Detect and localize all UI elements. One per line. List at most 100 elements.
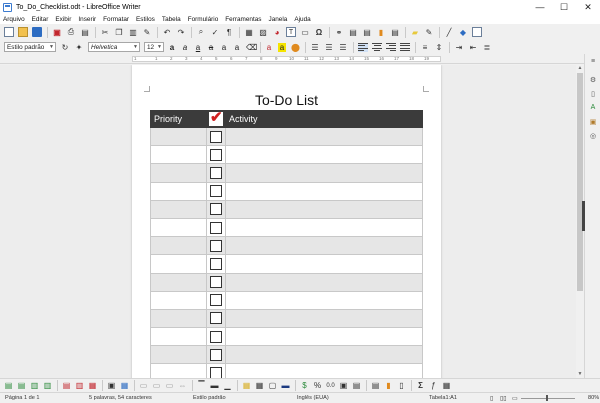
basic-shapes-icon[interactable]: ◆ — [458, 27, 468, 37]
activity-cell[interactable] — [225, 236, 423, 256]
percent-format-icon[interactable]: % — [313, 381, 322, 390]
insert-table-icon[interactable]: ▦ — [244, 27, 254, 37]
priority-cell[interactable] — [150, 163, 207, 183]
priority-cell[interactable] — [150, 272, 207, 292]
checkbox[interactable] — [210, 166, 222, 179]
activity-cell[interactable] — [225, 163, 423, 183]
activity-cell[interactable] — [225, 217, 423, 238]
checkbox[interactable] — [210, 330, 222, 343]
new-document-icon[interactable] — [4, 27, 14, 37]
language[interactable]: Inglês (EUA) — [297, 395, 329, 401]
scroll-down-icon[interactable]: ▼ — [576, 371, 584, 378]
checkbox[interactable] — [210, 185, 222, 198]
priority-cell[interactable] — [150, 126, 207, 147]
minimize-button[interactable]: — — [528, 0, 552, 14]
decimal-format-icon[interactable]: 0.0 — [326, 381, 335, 390]
redo-icon[interactable]: ↷ — [176, 27, 186, 37]
priority-cell[interactable] — [150, 345, 207, 365]
line-spacing-icon[interactable]: ≡ — [420, 42, 430, 52]
endnote-icon[interactable]: ▤ — [362, 27, 372, 37]
bookmark-icon[interactable]: ▮ — [376, 27, 386, 37]
menu-ferramentas[interactable]: Ferramentas — [225, 16, 261, 23]
border-color-icon[interactable]: ▬ — [281, 381, 290, 390]
activity-cell[interactable] — [225, 308, 423, 329]
select-table-icon[interactable]: ▦ — [120, 381, 129, 390]
priority-cell[interactable] — [150, 308, 207, 329]
word-count[interactable]: 5 palavras, 54 caracteres — [89, 395, 152, 401]
checkbox[interactable] — [210, 294, 222, 307]
menu-formulario[interactable]: Formulário — [188, 16, 219, 23]
checkbox-cell[interactable] — [206, 308, 226, 329]
insert-image-icon[interactable]: ▨ — [258, 27, 268, 37]
document-page[interactable]: To-Do List Priority ✔ Activity — [132, 65, 441, 378]
menu-tabela[interactable]: Tabela — [162, 16, 181, 23]
bold-icon[interactable]: a — [168, 43, 176, 52]
activity-header[interactable]: Activity — [225, 110, 423, 128]
print-icon[interactable]: ⎙ — [66, 27, 76, 37]
zoom-slider[interactable] — [521, 398, 575, 399]
maximize-button[interactable]: ☐ — [552, 0, 576, 14]
autoformat-icon[interactable]: ▦ — [255, 381, 264, 390]
superscript-icon[interactable]: a — [220, 43, 228, 52]
activity-cell[interactable] — [225, 363, 423, 378]
checkbox-cell[interactable] — [206, 163, 226, 183]
checkbox-cell[interactable] — [206, 199, 226, 219]
activity-cell[interactable] — [225, 345, 423, 365]
draw-functions-icon[interactable] — [472, 27, 482, 37]
check-header[interactable]: ✔ — [206, 109, 226, 128]
increase-indent-icon[interactable]: ⇥ — [454, 42, 464, 52]
insert-rows-below-icon[interactable]: ▤ — [17, 381, 26, 390]
bulleted-list-icon[interactable]: ☰ — [310, 42, 320, 52]
sidebar-collapse-handle[interactable] — [582, 201, 585, 231]
print-preview-icon[interactable]: ▤ — [80, 27, 90, 37]
menu-formatar[interactable]: Formatar — [103, 16, 129, 23]
outline-list-icon[interactable]: ☰ — [338, 42, 348, 52]
sum-icon[interactable]: Σ — [416, 381, 425, 390]
paste-icon[interactable]: ▥ — [128, 27, 138, 37]
checkbox[interactable] — [210, 221, 222, 234]
font-size-combo[interactable]: 12 ▼ — [144, 42, 164, 52]
special-character-icon[interactable]: Ω — [314, 27, 324, 37]
checkbox-cell[interactable] — [206, 327, 226, 347]
split-cells-icon[interactable]: ▭ — [152, 381, 161, 390]
checkbox-cell[interactable] — [206, 181, 226, 201]
align-center-icon[interactable] — [372, 42, 382, 52]
number-format-icon[interactable]: $ — [300, 381, 309, 390]
checkbox-cell[interactable] — [206, 145, 226, 165]
navigator-icon[interactable]: ◎ — [588, 132, 598, 142]
italic-icon[interactable]: a — [181, 43, 189, 52]
insert-textbox-icon[interactable]: T — [286, 27, 296, 37]
checkbox-cell[interactable] — [206, 290, 226, 310]
align-top-icon[interactable]: ▔ — [197, 381, 206, 390]
priority-header[interactable]: Priority — [150, 110, 207, 128]
align-right-icon[interactable] — [386, 42, 396, 52]
activity-cell[interactable] — [225, 199, 423, 219]
delete-columns-icon[interactable]: ▥ — [75, 381, 84, 390]
document-title[interactable]: To-Do List — [132, 92, 441, 108]
justify-icon[interactable] — [400, 42, 410, 52]
insert-columns-before-icon[interactable]: ▥ — [30, 381, 39, 390]
checkbox[interactable] — [210, 312, 222, 325]
styles-icon[interactable]: A — [588, 104, 598, 114]
font-name-combo[interactable]: Helvetica ▼ — [88, 42, 140, 52]
character-highlight-icon[interactable]: ⬤ — [291, 43, 300, 52]
checkbox-cell[interactable] — [206, 254, 226, 274]
priority-cell[interactable] — [150, 254, 207, 274]
activity-cell[interactable] — [225, 254, 423, 274]
footnote-icon[interactable]: ▤ — [348, 27, 358, 37]
highlight-color-icon[interactable]: a — [278, 42, 286, 52]
sidebar-menu-icon[interactable]: ≡ — [588, 58, 598, 68]
numbered-list-icon[interactable]: ☰ — [324, 42, 334, 52]
paragraph-spacing-icon[interactable]: ⇕ — [434, 42, 444, 52]
borders-icon[interactable]: ▢ — [268, 381, 277, 390]
multi-page-view-icon[interactable]: ▯▯ — [500, 395, 507, 402]
checkbox[interactable] — [210, 348, 222, 361]
insert-chart-icon[interactable]: ◕ — [272, 27, 282, 37]
delete-table-icon[interactable]: ▦ — [88, 381, 97, 390]
decrease-indent-icon[interactable]: ⇤ — [468, 42, 478, 52]
insert-columns-after-icon[interactable]: ▥ — [43, 381, 52, 390]
table-properties-icon[interactable]: ▤ — [371, 381, 380, 390]
priority-cell[interactable] — [150, 363, 207, 378]
horizontal-ruler[interactable]: 1 1 2 3 4 5 6 7 8 9 10 11 12 13 14 15 16… — [0, 54, 584, 64]
find-replace-icon[interactable]: ⌕ — [196, 27, 206, 37]
